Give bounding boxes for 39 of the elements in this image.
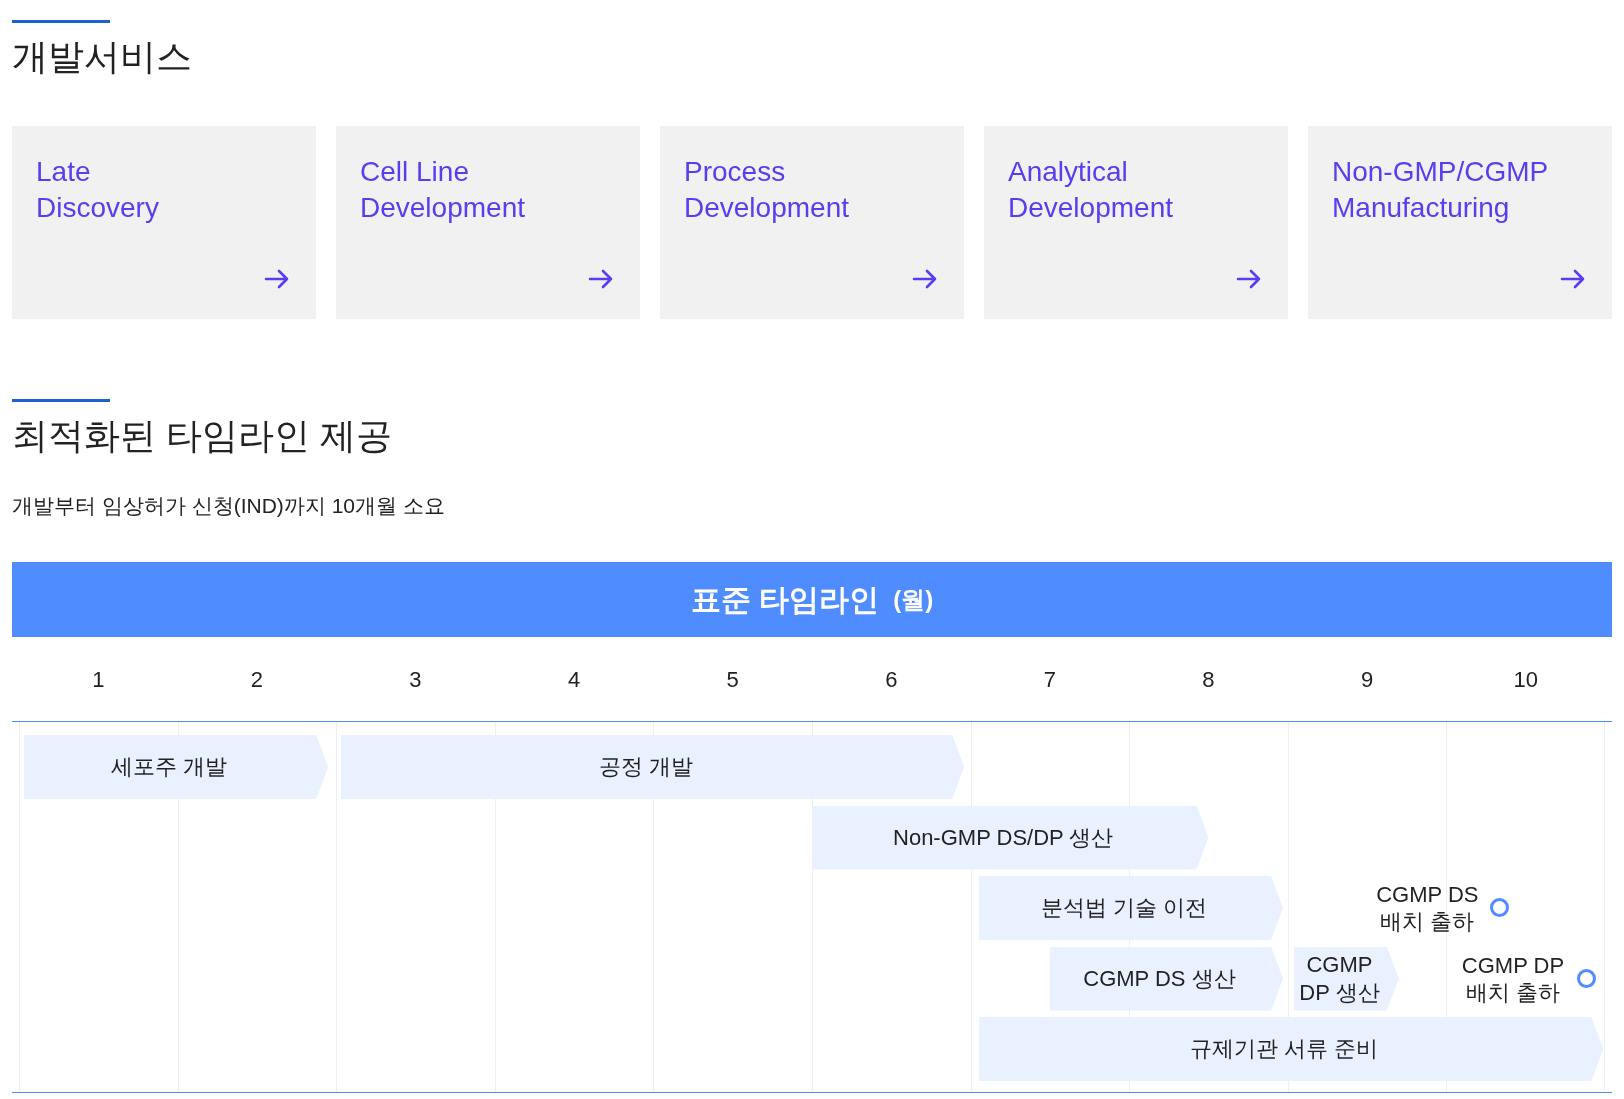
month-label: 8 <box>1201 665 1216 694</box>
arrow-right-icon <box>912 269 938 289</box>
service-card[interactable]: Cell Line Development <box>336 126 640 319</box>
service-card[interactable]: Late Discovery <box>12 126 316 319</box>
month-label: 7 <box>1042 665 1057 694</box>
month-label: 2 <box>249 665 264 694</box>
task-bar: Non-GMP DS/DP 생산 <box>812 805 1209 870</box>
banner-unit: (월) <box>893 584 934 615</box>
task-bar: CGMP DS 생산 <box>1049 946 1284 1011</box>
milestone-label: CGMP DS 배치 출하 <box>1376 881 1479 936</box>
arrow-right-icon <box>1560 269 1586 289</box>
service-card[interactable]: Analytical Development <box>984 126 1288 319</box>
month-label: 1 <box>91 665 106 694</box>
section-title: 개발서비스 <box>12 35 193 79</box>
card-title: Analytical Development <box>1008 155 1174 225</box>
service-card[interactable]: Non-GMP/CGMP Manufacturing <box>1308 126 1612 319</box>
card-title: Cell Line Development <box>360 155 526 225</box>
month-label: 10 <box>1512 665 1539 694</box>
card-title: Non-GMP/CGMP Manufacturing <box>1332 155 1550 225</box>
card-title: Late Discovery <box>36 155 160 225</box>
month-label: 6 <box>884 665 899 694</box>
task-bar: 세포주 개발 <box>23 735 329 799</box>
arrow-right-icon <box>1236 269 1262 289</box>
timeline-subtitle: 개발부터 임상허가 신청(IND)까지 10개월 소요 <box>12 493 446 519</box>
month-label: 3 <box>408 665 423 694</box>
arrow-right-icon <box>588 269 614 289</box>
banner-title: 표준 타임라인 <box>690 582 880 618</box>
arrow-right-icon <box>264 269 290 289</box>
card-title: Process Development <box>684 155 850 225</box>
task-bar: 공정 개발 <box>340 735 965 799</box>
month-label: 4 <box>566 665 582 694</box>
month-label: 5 <box>725 665 740 694</box>
task-bar: 분석법 기술 이전 <box>978 876 1283 940</box>
service-card[interactable]: Process Development <box>660 126 964 319</box>
milestone-label: CGMP DP 배치 출하 <box>1461 951 1565 1007</box>
section-title: 최적화된 타임라인 제공 <box>12 414 393 458</box>
task-bar: 규제기관 서류 준비 <box>978 1017 1604 1081</box>
task-bar: CGMP DP 생산 <box>1294 946 1399 1011</box>
month-label: 9 <box>1359 665 1375 694</box>
